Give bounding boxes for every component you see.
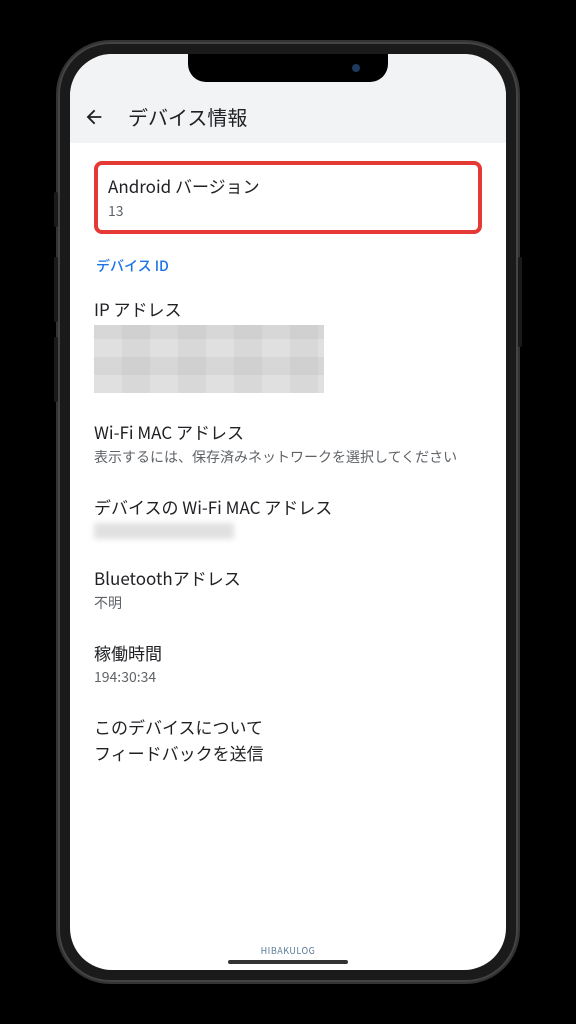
feedback-line1: このデバイスについて — [94, 714, 482, 740]
power-button — [518, 257, 522, 347]
phone-frame: デバイス情報 Android バージョン 13 デバイス ID IP アドレス … — [58, 42, 518, 982]
back-button[interactable] — [82, 105, 106, 129]
back-arrow-icon — [83, 106, 105, 128]
ip-address-item[interactable]: IP アドレス — [94, 296, 482, 394]
feedback-item[interactable]: このデバイスについて フィードバックを送信 — [94, 714, 482, 765]
device-id-link[interactable]: デバイス ID — [94, 256, 482, 276]
bluetooth-title: Bluetoothアドレス — [94, 565, 482, 591]
screen: デバイス情報 Android バージョン 13 デバイス ID IP アドレス … — [70, 54, 506, 970]
android-version-item[interactable]: Android バージョン 13 — [94, 161, 482, 234]
device-wifi-mac-value-redacted — [94, 523, 234, 539]
side-button — [54, 192, 58, 227]
android-version-title: Android バージョン — [108, 173, 468, 199]
ip-address-title: IP アドレス — [94, 296, 482, 322]
watermark: HIBAKULOG — [261, 944, 316, 957]
volume-up-button — [54, 257, 58, 322]
feedback-line2: フィードバックを送信 — [94, 740, 482, 766]
wifi-mac-item[interactable]: Wi-Fi MAC アドレス 表示するには、保存済みネットワークを選択してくださ… — [94, 419, 482, 468]
uptime-title: 稼働時間 — [94, 640, 482, 666]
notch — [188, 54, 388, 82]
bluetooth-item[interactable]: Bluetoothアドレス 不明 — [94, 565, 482, 614]
uptime-value: 194:30:34 — [94, 667, 482, 688]
android-version-value: 13 — [108, 201, 468, 222]
device-wifi-mac-item[interactable]: デバイスの Wi-Fi MAC アドレス — [94, 494, 482, 540]
bluetooth-value: 不明 — [94, 593, 482, 614]
home-indicator[interactable] — [228, 960, 348, 964]
wifi-mac-title: Wi-Fi MAC アドレス — [94, 419, 482, 445]
uptime-item[interactable]: 稼働時間 194:30:34 — [94, 640, 482, 689]
content-area: Android バージョン 13 デバイス ID IP アドレス Wi-Fi M… — [70, 143, 506, 783]
ip-address-value-redacted — [94, 325, 324, 393]
volume-down-button — [54, 337, 58, 402]
camera-dot — [352, 64, 360, 72]
device-wifi-mac-title: デバイスの Wi-Fi MAC アドレス — [94, 494, 482, 520]
wifi-mac-sub: 表示するには、保存済みネットワークを選択してください — [94, 447, 482, 468]
page-title: デバイス情報 — [128, 102, 247, 131]
